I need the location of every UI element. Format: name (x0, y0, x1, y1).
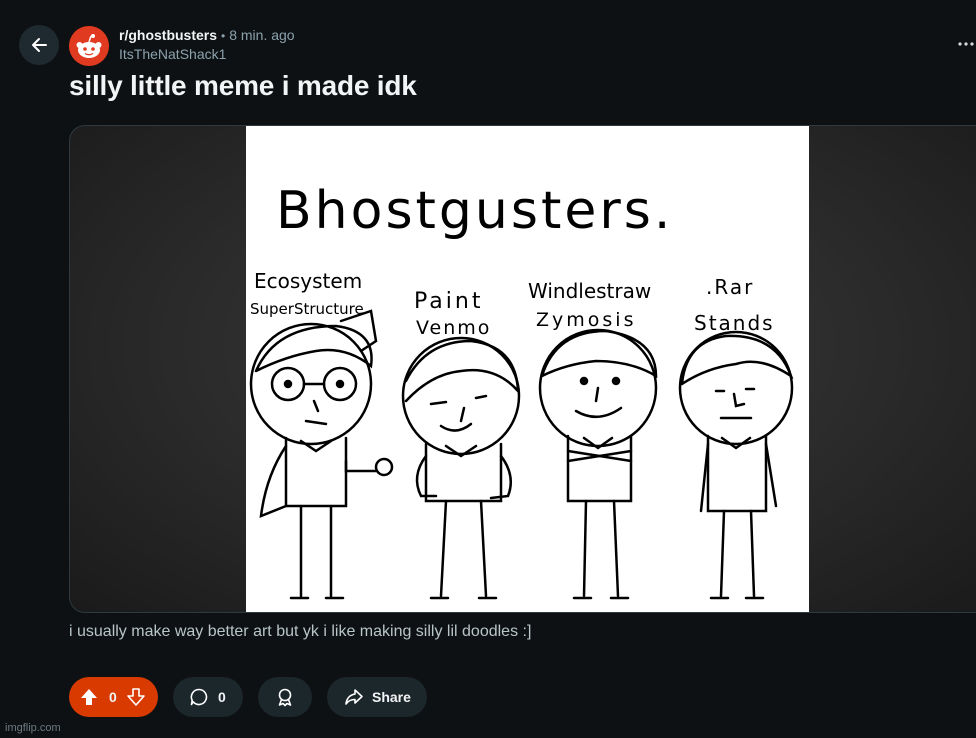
character-2-doodle (401, 336, 521, 600)
character-3-doodle (538, 328, 658, 600)
post-title: silly little meme i made idk (69, 70, 417, 101)
meta-separator: • (221, 29, 226, 43)
character-1-name-line1: Ecosystem (254, 269, 362, 293)
upvote-arrow-icon (81, 689, 97, 705)
character-1-doodle (249, 309, 394, 600)
vote-bar: 0 (69, 677, 158, 717)
post-media[interactable]: Bhostgusters. Ecosystem SuperStructure P… (69, 125, 976, 613)
character-3-name-line2: Zymosis (536, 309, 636, 331)
author-link[interactable]: ItsTheNatShack1 (119, 46, 295, 63)
comments-button[interactable]: 0 (173, 677, 243, 717)
character-1-name-line2: SuperStructure (250, 300, 364, 318)
meme-image: Bhostgusters. Ecosystem SuperStructure P… (246, 126, 809, 612)
character-4-name-line1: .Rar (706, 275, 754, 299)
subreddit-avatar[interactable] (69, 26, 109, 66)
downvote-button[interactable] (126, 687, 146, 707)
comment-bubble-icon (190, 688, 208, 706)
downvote-arrow-icon (126, 688, 145, 706)
award-button[interactable] (258, 677, 312, 717)
reddit-snoo-icon (69, 26, 109, 66)
character-2-name-line2: Venmo (416, 317, 491, 339)
share-button[interactable]: Share (327, 677, 427, 717)
imgflip-watermark: imgflip.com (5, 722, 61, 734)
meme-heading: Bhostgusters. (276, 181, 673, 241)
back-button[interactable] (19, 25, 59, 65)
subreddit-link[interactable]: r/ghostbusters (119, 27, 217, 43)
award-ribbon-icon (278, 688, 292, 707)
vote-count: 0 (109, 689, 117, 705)
character-3-name-line1: Windlestraw (528, 279, 651, 303)
character-4-doodle (678, 330, 794, 600)
share-label: Share (372, 689, 411, 705)
upvote-button[interactable] (79, 687, 99, 707)
share-arrow-icon (345, 689, 363, 705)
arrow-left-icon (32, 38, 47, 52)
character-2-name-line1: Paint (414, 289, 483, 314)
more-horizontal-icon (958, 42, 974, 46)
comment-count: 0 (218, 689, 226, 705)
more-options-button[interactable] (957, 36, 976, 52)
post-timestamp: 8 min. ago (229, 27, 295, 43)
post-meta: r/ghostbusters • 8 min. ago ItsTheNatShack… (119, 27, 295, 63)
post-body: i usually make way better art but yk i l… (69, 623, 532, 640)
